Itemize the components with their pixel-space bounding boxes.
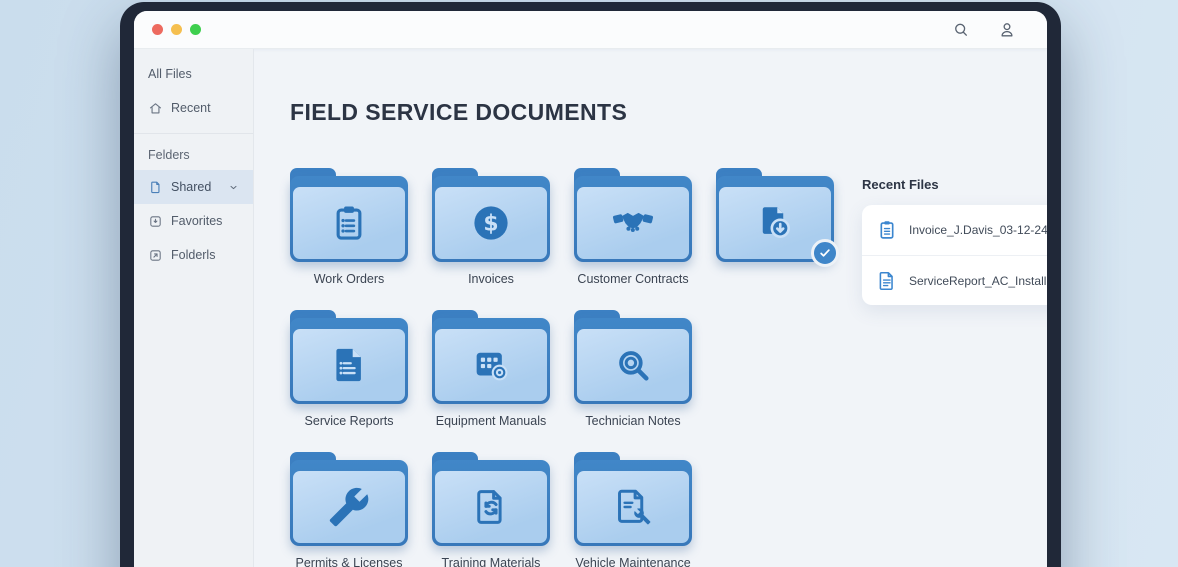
- chevron-down-icon[interactable]: [228, 182, 239, 193]
- folder-row: Service Reports Equipment Manuals Technici…: [290, 310, 1047, 428]
- folder-label: Training Materials: [441, 556, 541, 567]
- sidebar-item-all-files[interactable]: All Files: [134, 57, 253, 91]
- folder-equipment-manuals[interactable]: Equipment Manuals: [432, 310, 550, 428]
- folder-label: Technician Notes: [585, 414, 681, 428]
- clipboard-icon: [328, 202, 370, 244]
- recent-file-name: ServiceReport_AC_Install.pdf: [909, 273, 1047, 288]
- recent-file-name: Invoice_J.Davis_03-12-24.pdf: [909, 223, 1047, 237]
- report-icon: [328, 344, 370, 386]
- sidebar-item-label: Folderls: [171, 248, 216, 262]
- folder-label: Customer Contracts: [577, 272, 689, 286]
- recent-file-item[interactable]: ServiceReport_AC_Install.pdf: [862, 255, 1047, 305]
- folder-customer-contracts[interactable]: Customer Contracts: [574, 168, 692, 286]
- recent-file-item[interactable]: Invoice_J.Davis_03-12-24.pdf: [862, 205, 1047, 255]
- wrench-icon: [328, 486, 370, 528]
- window-body: All Files Recent Felders Shared Favorite…: [134, 49, 1047, 567]
- folder-graphic: [290, 310, 408, 404]
- magnifier-icon: [612, 344, 654, 386]
- titlebar: [134, 11, 1047, 49]
- check-icon: [818, 246, 832, 260]
- traffic-lights: [152, 24, 201, 35]
- folder-graphic: [716, 168, 839, 267]
- document-file-icon: [876, 270, 898, 292]
- folder-row: Permits & Licenses Training Materials Vehi…: [290, 452, 1047, 567]
- sidebar-section-label: Felders: [148, 148, 190, 162]
- folder-label: Work Orders: [313, 272, 385, 286]
- app-window-frame: All Files Recent Felders Shared Favorite…: [120, 2, 1061, 567]
- recent-files-card: Invoice_J.Davis_03-12-24.pdf ServiceRepo…: [862, 205, 1047, 305]
- equipment-icon: [470, 344, 512, 386]
- titlebar-actions: [951, 20, 1029, 40]
- desktop-background: All Files Recent Felders Shared Favorite…: [0, 0, 1178, 567]
- sidebar-item-shared[interactable]: Shared: [134, 170, 253, 204]
- folder-graphic: [432, 452, 550, 546]
- close-button[interactable]: [152, 24, 163, 35]
- sidebar: All Files Recent Felders Shared Favorite…: [134, 49, 254, 567]
- page-title: FIELD SERVICE DOCUMENTS: [290, 99, 628, 125]
- recent-files-panel: Recent Files Invoice_J.Davis_03-12-24.pd…: [862, 177, 1047, 305]
- sidebar-item-label: Recent: [171, 101, 211, 115]
- handshake-icon: [612, 202, 654, 244]
- folder-work-orders[interactable]: Work Orders: [290, 168, 408, 286]
- search-icon[interactable]: [951, 20, 971, 40]
- folder-graphic: [290, 452, 408, 546]
- folder-graphic: [290, 168, 408, 262]
- sidebar-item-label: Shared: [171, 180, 212, 194]
- svg-text:$: $: [483, 212, 498, 237]
- folder-label: Permits & Licenses: [295, 556, 403, 567]
- sidebar-item-label: All Files: [148, 67, 192, 81]
- folder-synced[interactable]: [716, 168, 839, 286]
- folder-graphic: [574, 310, 692, 404]
- recent-files-title: Recent Files: [862, 177, 939, 192]
- training-icon: [470, 486, 512, 528]
- folder-graphic: $: [432, 168, 550, 262]
- user-icon[interactable]: [997, 20, 1017, 40]
- sync-check-badge: [811, 239, 839, 267]
- folder-label: Equipment Manuals: [435, 414, 547, 428]
- app-window: All Files Recent Felders Shared Favorite…: [134, 11, 1047, 567]
- folder-service-reports[interactable]: Service Reports: [290, 310, 408, 428]
- dollar-icon: $: [470, 202, 512, 244]
- sidebar-item-label: Favorites: [171, 214, 223, 228]
- folder-permits-licenses[interactable]: Permits & Licenses: [290, 452, 408, 567]
- clipboard-file-icon: [876, 219, 898, 241]
- main-content: FIELD SERVICE DOCUMENTS Work Orders $ Invo…: [254, 49, 1047, 567]
- folder-label: Invoices: [468, 272, 514, 286]
- sidebar-item-favorites[interactable]: Favorites: [134, 204, 253, 238]
- folder-label: Service Reports: [304, 414, 394, 428]
- folderls-folder-icon: [148, 248, 163, 263]
- shared-file-icon: [148, 180, 163, 195]
- sidebar-item-folderls[interactable]: Folderls: [134, 238, 253, 272]
- folder-technician-notes[interactable]: Technician Notes: [574, 310, 692, 428]
- vehicle-icon: [612, 486, 654, 528]
- favorites-folder-icon: [148, 214, 163, 229]
- folder-training-materials[interactable]: Training Materials: [432, 452, 550, 567]
- folder-label: Vehicle Maintenance: [575, 556, 691, 567]
- folder-invoices[interactable]: $ Invoices: [432, 168, 550, 286]
- minimize-button[interactable]: [171, 24, 182, 35]
- folder-graphic: [574, 452, 692, 546]
- sidebar-item-recent[interactable]: Recent: [134, 91, 253, 125]
- document-download-icon: [754, 202, 796, 244]
- sidebar-divider: [134, 133, 253, 134]
- folder-graphic: [432, 310, 550, 404]
- folder-vehicle-maintenance[interactable]: Vehicle Maintenance: [574, 452, 692, 567]
- home-icon: [148, 101, 163, 116]
- zoom-button[interactable]: [190, 24, 201, 35]
- folder-graphic: [574, 168, 692, 262]
